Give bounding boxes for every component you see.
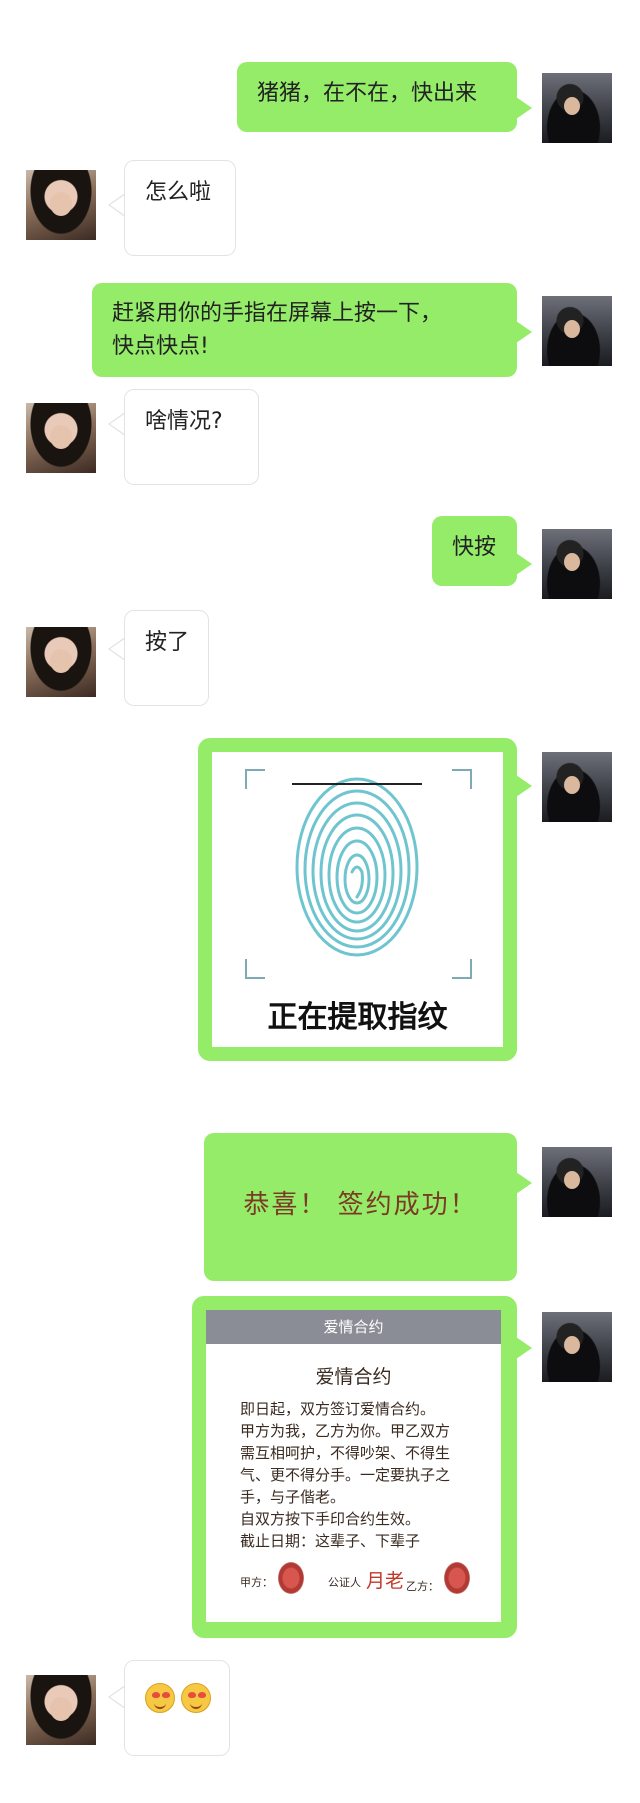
- congrats-text: 恭喜！ 签约成功！: [243, 1190, 478, 1220]
- scan-corner: [452, 959, 472, 979]
- message-text-line: 快点快点!: [112, 334, 209, 359]
- my-avatar[interactable]: [542, 296, 612, 366]
- message-bubble-1[interactable]: 猪猪，在不在，快出来: [237, 62, 517, 132]
- message-text-line: 赶紧用你的手指在屏幕上按一下，: [112, 301, 443, 326]
- scan-corner: [245, 769, 265, 789]
- contract-line: 手，与子偕老。: [240, 1488, 346, 1506]
- contact-avatar[interactable]: [26, 170, 96, 240]
- contract-line: 自双方按下手印合约生效。: [240, 1510, 421, 1528]
- contract-line: 截止日期：这辈子、下辈子: [240, 1532, 421, 1550]
- message-bubble-2[interactable]: 怎么啦: [124, 160, 236, 256]
- scan-corner: [245, 959, 265, 979]
- my-avatar[interactable]: [542, 73, 612, 143]
- message-bubble-5[interactable]: 快按: [432, 516, 517, 586]
- message-bubble-4[interactable]: 啥情况?: [124, 389, 259, 485]
- my-avatar[interactable]: [542, 1312, 612, 1382]
- my-avatar[interactable]: [542, 1147, 612, 1217]
- contact-avatar[interactable]: [26, 627, 96, 697]
- contract-line: 甲方为我，乙方为你。甲乙双方: [240, 1422, 451, 1440]
- message-bubble-3[interactable]: 赶紧用你的手指在屏幕上按一下， 快点快点!: [92, 283, 517, 377]
- contact-avatar[interactable]: [26, 403, 96, 473]
- fingerprint-icon: [292, 777, 422, 957]
- message-text: 快按: [452, 535, 497, 560]
- contract-title: 爱情合约: [315, 1366, 392, 1388]
- contract-line: 即日起，双方签订爱情合约。: [240, 1400, 436, 1418]
- message-text: 啥情况?: [145, 409, 223, 434]
- scan-corner: [452, 769, 472, 789]
- congrats-message[interactable]: 恭喜！ 签约成功！: [204, 1133, 517, 1281]
- heart-eyes-emoji-icon: [145, 1683, 175, 1713]
- contact-avatar[interactable]: [26, 1675, 96, 1745]
- my-avatar[interactable]: [542, 529, 612, 599]
- my-avatar[interactable]: [542, 752, 612, 822]
- party-a-label: 甲方：: [240, 1576, 273, 1589]
- message-text: 猪猪，在不在，快出来: [257, 81, 478, 106]
- thumbprint-b-icon: [444, 1562, 470, 1594]
- party-b-label: 乙方：: [406, 1580, 439, 1593]
- message-bubble-6[interactable]: 按了: [124, 610, 209, 706]
- notary-label: 公证人: [328, 1576, 361, 1589]
- contract-line: 气、更不得分手。一定要执子之: [240, 1466, 451, 1484]
- message-text: 按了: [145, 630, 190, 655]
- thumbprint-a-icon: [278, 1562, 304, 1594]
- emoji-message[interactable]: [124, 1660, 230, 1756]
- message-text: 怎么啦: [145, 180, 212, 205]
- contract-line: 需互相呵护，不得吵架、不得生: [240, 1444, 451, 1462]
- fingerprint-caption: 正在提取指纹: [267, 1000, 448, 1035]
- notary-name: 月老: [366, 1570, 405, 1592]
- heart-eyes-emoji-icon: [181, 1683, 211, 1713]
- fingerprint-image-message[interactable]: 正在提取指纹: [198, 738, 517, 1061]
- contract-image-message[interactable]: 爱情合约 爱情合约 即日起，双方签订爱情合约。 甲方为我，乙方为你。甲乙双方 需…: [192, 1296, 517, 1638]
- contract-header: 爱情合约: [206, 1310, 501, 1344]
